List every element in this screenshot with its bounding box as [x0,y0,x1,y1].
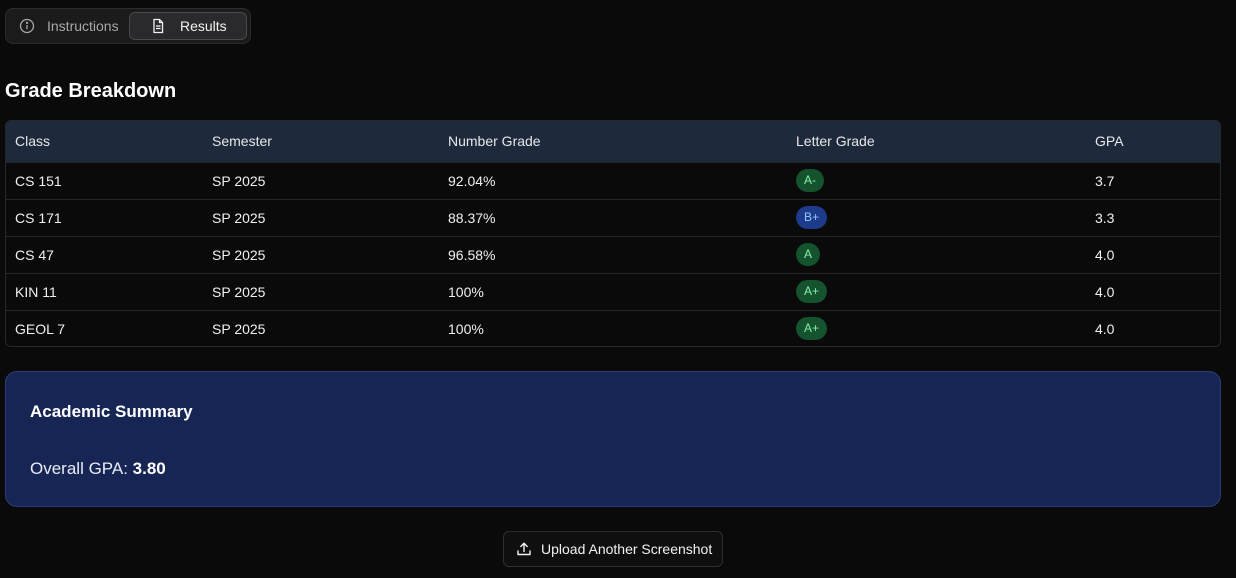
cell-class: GEOL 7 [15,320,66,337]
academic-summary-card: Academic Summary Overall GPA: 3.80 [5,371,1221,507]
tab-results[interactable]: Results [129,12,247,40]
letter-grade-badge: B+ [796,206,828,229]
cell-number-grade: 96.58% [448,246,496,263]
column-header-semester: Semester [212,133,272,150]
tab-instructions-label: Instructions [47,18,119,34]
cell-letter-grade: A [787,236,1086,273]
cell-letter-grade: A+ [787,310,1086,346]
upload-another-screenshot-button[interactable]: Upload Another Screenshot [503,531,723,567]
cell-gpa: 4.0 [1095,246,1115,263]
tab-instructions[interactable]: Instructions [9,12,127,40]
cell-class: CS 171 [15,209,62,226]
cell-semester: SP 2025 [212,283,266,300]
cell-semester: SP 2025 [212,209,266,226]
column-header-number-grade: Number Grade [448,133,541,150]
letter-grade-badge: A+ [796,317,828,341]
cell-letter-grade: B+ [787,199,1086,236]
upload-icon [517,542,531,556]
cell-gpa: 3.3 [1095,209,1115,226]
document-icon [153,18,164,34]
column-header-letter-grade: Letter Grade [796,133,875,150]
cell-gpa: 4.0 [1095,320,1115,337]
letter-grade-badge: A+ [796,280,828,303]
table-row: CS 171 SP 2025 88.37% B+ 3.3 [6,199,1220,236]
letter-grade-badge: A [796,243,821,266]
cell-number-grade: 88.37% [448,209,496,226]
cell-semester: SP 2025 [212,172,266,189]
cell-gpa: 4.0 [1095,283,1115,300]
cell-number-grade: 100% [448,320,484,337]
summary-title: Academic Summary [30,402,193,421]
table-row: CS 151 SP 2025 92.04% A- 3.7 [6,162,1220,199]
overall-gpa-label: Overall GPA: [30,459,128,478]
cell-class: CS 47 [15,246,54,263]
cell-number-grade: 100% [448,283,484,300]
table-header-row: Class Semester Number Grade Letter Grade… [6,121,1220,162]
letter-grade-badge: A- [796,169,824,192]
overall-gpa-value: 3.80 [132,459,166,478]
overall-gpa: Overall GPA: 3.80 [30,459,166,479]
cell-gpa: 3.7 [1095,172,1115,189]
info-icon [19,18,35,34]
upload-button-label: Upload Another Screenshot [541,541,713,557]
cell-letter-grade: A- [787,162,1086,199]
tab-results-label: Results [180,18,227,34]
cell-class: CS 151 [15,172,62,189]
cell-semester: SP 2025 [212,246,266,263]
cell-number-grade: 92.04% [448,172,496,189]
table-row: KIN 11 SP 2025 100% A+ 4.0 [6,273,1220,310]
cell-letter-grade: A+ [787,273,1086,310]
cell-class: KIN 11 [15,283,57,300]
grades-table: Class Semester Number Grade Letter Grade… [5,120,1221,347]
table-row: GEOL 7 SP 2025 100% A+ 4.0 [6,310,1220,346]
column-header-gpa: GPA [1095,133,1124,150]
table-row: CS 47 SP 2025 96.58% A 4.0 [6,236,1220,273]
column-header-class: Class [15,133,51,150]
cell-semester: SP 2025 [212,320,266,337]
view-tabs: Instructions Results [5,8,251,44]
page-title: Grade Breakdown [5,80,177,102]
